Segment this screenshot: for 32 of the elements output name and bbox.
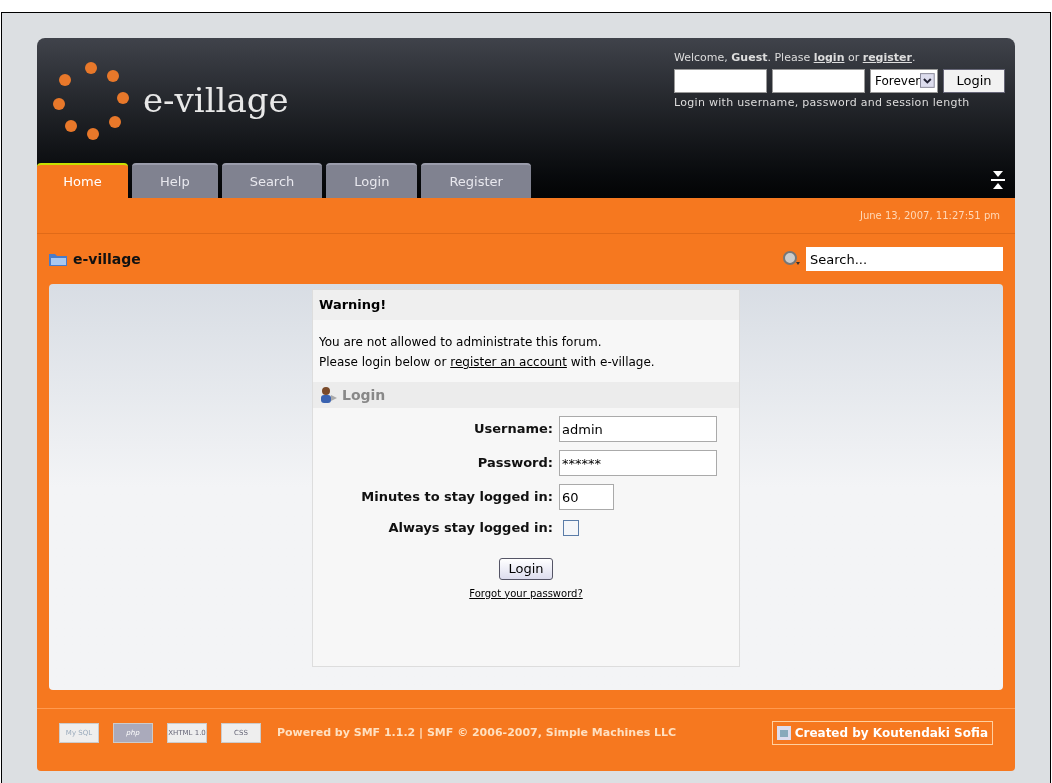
link[interactable]: login — [813, 51, 845, 64]
date-text: June 13, 2007, 11:27:51 pm — [859, 209, 1000, 223]
input-field[interactable]: ****** — [559, 450, 717, 476]
warning-text: You are not allowed to administrate this forum. — [319, 334, 603, 351]
warning-title: Warning! — [319, 296, 387, 315]
login-button[interactable]: Login — [943, 68, 1005, 93]
field-label: Always stay logged in: — [387, 519, 553, 537]
input-field[interactable]: admin — [559, 416, 717, 442]
username-input[interactable] — [674, 68, 767, 93]
link[interactable]: register an account — [450, 355, 567, 369]
login-button[interactable]: Login — [499, 557, 553, 580]
session-select[interactable]: Forever — [870, 68, 938, 93]
users-icon — [319, 386, 339, 404]
welcome-text: Welcome, Guest. Please login or register. — [674, 50, 917, 66]
site-title: e-village — [143, 79, 289, 122]
password-input[interactable] — [772, 68, 865, 93]
logo-icon — [51, 59, 131, 142]
dropdown-icon — [920, 73, 935, 88]
login-heading: Login — [342, 385, 386, 405]
field-label: Minutes to stay logged in: — [360, 488, 553, 507]
field-label: Password: — [476, 454, 553, 473]
warning-text: Please login below or register an account with e-village. — [319, 354, 656, 371]
forgot-password-link[interactable]: Forgot your password? — [469, 585, 583, 601]
breadcrumb-link[interactable]: e-village — [73, 248, 141, 270]
checkbox[interactable] — [563, 519, 579, 536]
input-field[interactable]: 60 — [559, 484, 614, 510]
field-label: Username: — [472, 420, 553, 439]
powered-by-text: Powered by SMF 1.1.2 | SMF © 2006-2007, Simple Machines LLC — [277, 724, 677, 741]
collapse-icon[interactable] — [991, 170, 1005, 190]
search-field[interactable]: Search... — [806, 247, 1003, 271]
link[interactable]: register — [862, 51, 912, 64]
login-hint: Login with username, password and session length — [674, 94, 971, 111]
